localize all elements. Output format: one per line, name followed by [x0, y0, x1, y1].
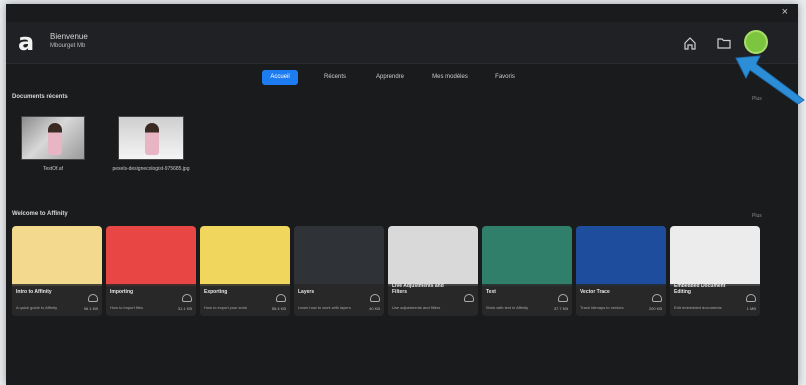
download-icon[interactable]	[182, 294, 192, 302]
card-title: Intro to Affinity	[16, 289, 52, 295]
welcome-block: Bienvenue Mbourget Mb	[50, 32, 88, 51]
download-icon[interactable]	[652, 294, 662, 302]
card-image	[670, 226, 760, 286]
card-subtitle: Learn how to work with layers	[298, 305, 351, 310]
tutorial-card[interactable]: Embedded Document Editing Edit embedded …	[670, 226, 760, 316]
card-subtitle: How to export your work	[204, 305, 248, 310]
card-image	[12, 226, 102, 286]
card-size: 200 KB	[648, 306, 662, 311]
card-size: 55.4 KB	[271, 306, 286, 311]
title-bar: ×	[6, 4, 798, 22]
recent-doc-item[interactable]: TestOf.af	[18, 116, 88, 173]
app-window: × a Bienvenue Mbourget Mb Accueil Récent…	[6, 4, 798, 385]
tutorial-card[interactable]: Exporting How to export your work 55.4 K…	[200, 226, 290, 316]
doc-name: pexels-designecologist-975685.jpg	[112, 166, 190, 172]
avatar[interactable]	[744, 30, 768, 54]
download-icon[interactable]	[558, 294, 568, 302]
card-image	[388, 226, 478, 286]
pointer-arrow-icon	[735, 55, 805, 104]
card-subtitle: A quick guide to Affinity	[16, 305, 58, 310]
download-icon[interactable]	[276, 294, 286, 302]
tutorial-card[interactable]: Live Adjustments and Filters Use adjustm…	[388, 226, 478, 316]
recent-doc-item[interactable]: pexels-designecologist-975685.jpg	[110, 116, 192, 173]
card-title: Layers	[298, 289, 315, 295]
card-subtitle: Trace bitmaps to vectors	[580, 305, 624, 310]
card-size: 40 KB	[369, 306, 380, 311]
card-title: Exporting	[204, 289, 228, 295]
close-window-button[interactable]: ×	[782, 6, 788, 18]
card-image	[482, 226, 572, 286]
card-size: 1 MB	[746, 306, 756, 311]
card-size: 96.1 KB	[83, 306, 98, 311]
card-subtitle: Work with text in Affinity	[486, 305, 529, 310]
tab-favoris[interactable]: Favoris	[490, 70, 520, 85]
card-title: Live Adjustments and Filters	[392, 283, 444, 295]
home-icon[interactable]	[682, 35, 698, 51]
card-image	[576, 226, 666, 286]
tab-apprendre[interactable]: Apprendre	[370, 70, 410, 85]
tab-accueil[interactable]: Accueil	[262, 70, 298, 85]
doc-thumbnail	[118, 116, 184, 160]
card-size: 31.1 KB	[177, 306, 192, 311]
download-icon[interactable]	[746, 294, 756, 302]
card-title: Text	[486, 289, 496, 295]
app-header: a Bienvenue Mbourget Mb	[6, 22, 798, 64]
affinity-logo: a	[18, 28, 35, 56]
folder-icon[interactable]	[716, 35, 732, 51]
tutorial-card[interactable]: Importing How to import files 31.1 KB	[106, 226, 196, 316]
welcome-more-link[interactable]: Plus	[752, 213, 762, 219]
tutorial-card[interactable]: Layers Learn how to work with layers 40 …	[294, 226, 384, 316]
tab-mes-modeles[interactable]: Mes modèles	[426, 70, 474, 85]
doc-name: TestOf.af	[42, 166, 63, 172]
card-size: 37.7 KB	[553, 306, 568, 311]
card-title: Vector Trace	[580, 289, 610, 295]
card-subtitle: Edit embedded documents	[674, 305, 722, 310]
card-image	[200, 226, 290, 286]
card-subtitle: How to import files	[110, 305, 143, 310]
welcome-title: Bienvenue	[50, 32, 88, 41]
download-icon[interactable]	[88, 294, 98, 302]
doc-thumbnail	[21, 116, 85, 160]
card-subtitle: Use adjustments and filters	[392, 305, 441, 310]
card-image	[294, 226, 384, 286]
user-name[interactable]: Mbourget Mb	[50, 42, 88, 51]
tutorial-card[interactable]: Intro to Affinity A quick guide to Affin…	[12, 226, 102, 316]
tutorial-card[interactable]: Vector Trace Trace bitmaps to vectors 20…	[576, 226, 666, 316]
tab-recents[interactable]: Récents	[319, 70, 351, 85]
card-title: Embedded Document Editing	[674, 283, 726, 295]
download-icon[interactable]	[464, 294, 474, 302]
welcome-section-title: Welcome to Affinity	[12, 211, 68, 217]
tutorial-card[interactable]: Text Work with text in Affinity 37.7 KB	[482, 226, 572, 316]
download-icon[interactable]	[370, 294, 380, 302]
card-title: Importing	[110, 289, 134, 295]
card-image	[106, 226, 196, 286]
tab-bar: Accueil Récents Apprendre Mes modèles Fa…	[6, 67, 798, 87]
recent-docs-title: Documents récents	[12, 94, 68, 100]
